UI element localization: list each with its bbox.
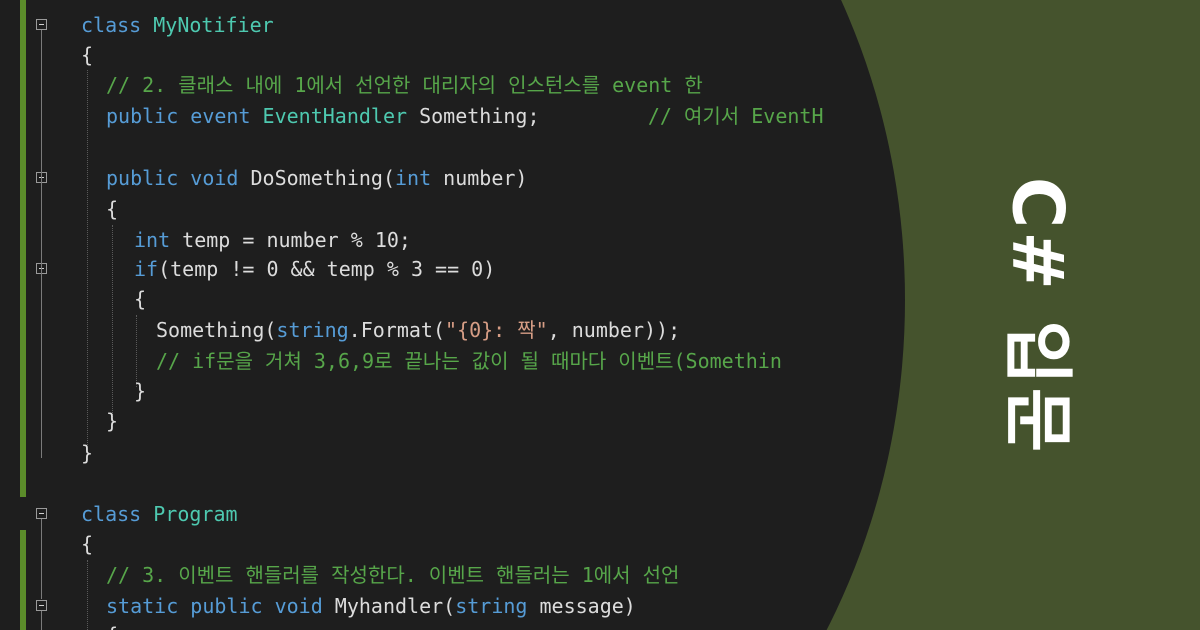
string-literal: "{0}: 짝" xyxy=(445,318,548,342)
code-line: public void DoSomething(int number) xyxy=(106,163,527,193)
code-line: { xyxy=(106,197,119,221)
collapse-icon[interactable] xyxy=(36,508,47,519)
keyword: string xyxy=(276,318,349,342)
code-text: Something( xyxy=(156,318,277,342)
code-line: int temp = number % 10; xyxy=(134,225,411,255)
indent-guide xyxy=(87,70,88,445)
comment-line: // if문을 거쳐 3,6,9로 끝나는 값이 될 때마다 이벤트(Somet… xyxy=(156,349,782,373)
class-name: Program xyxy=(153,502,238,526)
keyword: class xyxy=(81,13,142,37)
code-text: temp = number % 10; xyxy=(170,228,411,252)
code-line: { xyxy=(134,287,147,311)
code-line: { xyxy=(106,620,118,630)
code-line: class MyNotifier xyxy=(81,10,274,40)
comment-line: // 2. 클래스 내에 1에서 선언한 대리자의 인스턴스를 event 한 xyxy=(106,73,703,97)
code-line: if(temp != 0 && temp % 3 == 0) xyxy=(134,254,495,284)
change-indicator xyxy=(20,0,26,497)
code-line: class Program xyxy=(81,499,238,529)
keyword: if xyxy=(134,257,159,281)
keyword: public void xyxy=(106,166,239,190)
fold-line xyxy=(41,30,42,458)
keyword: string xyxy=(455,594,528,618)
indent-guide xyxy=(87,560,88,630)
indent-guide xyxy=(112,225,113,425)
page-title: C# 입문 xyxy=(996,176,1079,456)
code-text: (temp != 0 && temp % 3 == 0) xyxy=(158,257,496,281)
type-name: EventHandler xyxy=(262,104,408,128)
keyword: int xyxy=(134,228,171,252)
code-text: .Format( xyxy=(348,318,445,342)
class-name: MyNotifier xyxy=(153,13,274,37)
keyword: static public void xyxy=(106,594,323,618)
comment: // 여기서 EventH xyxy=(647,104,824,128)
code-text: message) xyxy=(527,594,636,618)
keyword: int xyxy=(395,166,432,190)
code-line: static public void Myhandler(string mess… xyxy=(106,591,636,621)
code-line: { xyxy=(81,43,94,67)
code-line: } xyxy=(106,409,119,433)
change-indicator xyxy=(20,530,26,630)
code-text: Something; xyxy=(407,104,540,128)
code-text: Myhandler( xyxy=(322,594,456,618)
keyword: public event xyxy=(106,104,251,128)
code-text: number) xyxy=(431,166,528,190)
comment-line: // 3. 이벤트 핸들러를 작성한다. 이벤트 핸들러는 1에서 선언 xyxy=(106,563,680,587)
fold-line xyxy=(41,519,42,599)
collapse-icon[interactable] xyxy=(36,600,47,611)
keyword: class xyxy=(81,502,142,526)
editor-margin xyxy=(0,0,18,630)
code-line: public event EventHandler Something; // … xyxy=(106,101,824,131)
code-line: Something(string.Format("{0}: 짝", number… xyxy=(156,315,680,345)
code-line: { xyxy=(81,532,94,556)
fold-line xyxy=(41,611,42,630)
code-line: } xyxy=(134,379,147,403)
code-text: , number)); xyxy=(547,318,681,342)
code-text: DoSomething( xyxy=(238,166,395,190)
collapse-icon[interactable] xyxy=(36,19,47,30)
code-line: } xyxy=(81,441,94,465)
